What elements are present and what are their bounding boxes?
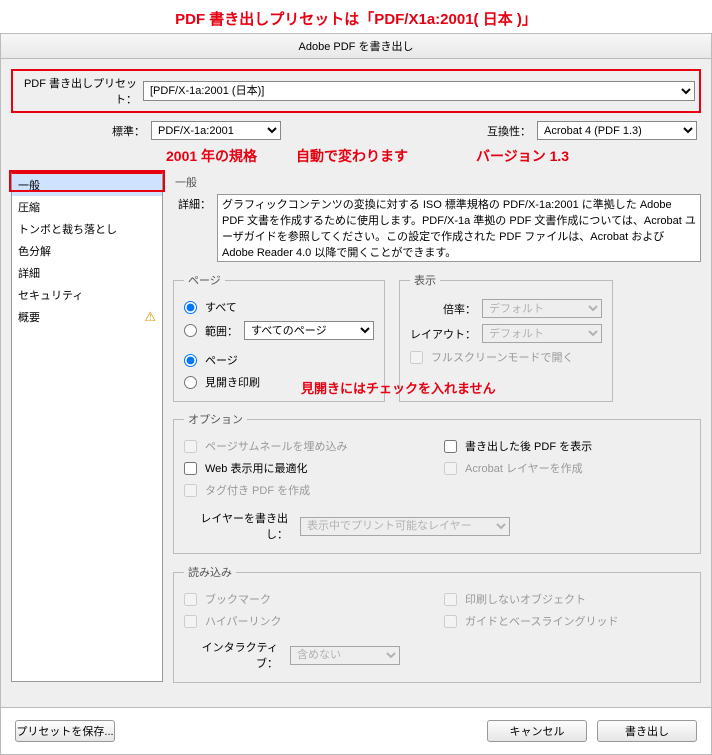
- preset-row: PDF 書き出しプリセット： [PDF/X-1a:2001 (日本)]: [11, 69, 701, 113]
- pages-range-select[interactable]: すべてのページ: [244, 321, 374, 340]
- sidebar-item-compression[interactable]: 圧縮: [12, 196, 162, 218]
- options-legend: オプション: [184, 411, 247, 427]
- noprint-label: 印刷しないオブジェクト: [465, 591, 586, 607]
- standard-select[interactable]: PDF/X-1a:2001: [151, 121, 281, 140]
- pages-all-radio[interactable]: [184, 301, 197, 314]
- description-text[interactable]: グラフィックコンテンツの変換に対する ISO 標準規格の PDF/X-1a:20…: [217, 194, 701, 262]
- pages-legend: ページ: [184, 272, 225, 288]
- preset-select[interactable]: [PDF/X-1a:2001 (日本)]: [143, 81, 695, 101]
- guides-label: ガイドとベースライングリッド: [465, 613, 618, 629]
- web-checkbox[interactable]: [184, 462, 197, 475]
- window-title: Adobe PDF を書き出し: [0, 33, 712, 59]
- dialog-body: PDF 書き出しプリセット： [PDF/X-1a:2001 (日本)] 標準： …: [0, 59, 712, 708]
- web-label: Web 表示用に最適化: [205, 460, 307, 476]
- interactive-label: インタラクティブ：: [184, 639, 284, 671]
- annotation-top: PDF 書き出しプリセットは「PDF/X1a:2001( 日本 )」: [0, 0, 712, 33]
- sidebar-item-advanced[interactable]: 詳細: [12, 262, 162, 284]
- sidebar-item-output[interactable]: 色分解: [12, 240, 162, 262]
- display-legend: 表示: [410, 272, 440, 288]
- bookmark-checkbox: [184, 593, 197, 606]
- zoom-label: 倍率：: [410, 301, 476, 317]
- include-legend: 読み込み: [184, 564, 236, 580]
- acrobat-layer-label: Acrobat レイヤーを作成: [465, 460, 583, 476]
- hyperlink-label: ハイパーリンク: [205, 613, 282, 629]
- pages-page-label: ページ: [205, 352, 238, 368]
- annotation-spread: 見開きにはチェックを入れません: [301, 378, 701, 397]
- panel-heading: 一般: [173, 172, 701, 194]
- pages-spread-label: 見開き印刷: [205, 374, 260, 390]
- sidebar: 一般 圧縮 トンボと裁ち落とし 色分解 詳細 セキュリティ 概要 ⚠: [11, 172, 163, 682]
- tagged-label: タグ付き PDF を作成: [205, 482, 310, 498]
- sidebar-item-summary[interactable]: 概要 ⚠: [12, 306, 162, 328]
- interactive-select: 含めない: [290, 646, 400, 665]
- sidebar-item-marks[interactable]: トンボと裁ち落とし: [12, 218, 162, 240]
- include-group: 読み込み ブックマーク ハイパーリンク: [173, 564, 701, 683]
- warning-icon: ⚠: [144, 309, 156, 325]
- annotation-standard: 2001 年の規格: [11, 146, 296, 166]
- annotation-row: 2001 年の規格 自動で変わります バージョン 1.3: [11, 144, 701, 172]
- cancel-button[interactable]: キャンセル: [487, 720, 587, 742]
- layer-export-select: 表示中でプリント可能なレイヤー: [300, 517, 510, 536]
- viewpdf-checkbox[interactable]: [444, 440, 457, 453]
- guides-checkbox: [444, 615, 457, 628]
- content-panel: 一般 詳細： グラフィックコンテンツの変換に対する ISO 標準規格の PDF/…: [173, 172, 701, 693]
- button-row: プリセットを保存... キャンセル 書き出し: [0, 708, 712, 755]
- thumb-label: ページサムネールを埋め込み: [205, 438, 348, 454]
- standard-row: 標準： PDF/X-1a:2001 互換性： Acrobat 4 (PDF 1.…: [11, 121, 701, 144]
- sidebar-item-label: 概要: [18, 309, 40, 325]
- annotation-auto: 自動で変わります: [296, 146, 476, 166]
- save-preset-button[interactable]: プリセットを保存...: [15, 720, 115, 742]
- description-label: 詳細：: [173, 194, 217, 262]
- pages-spread-radio[interactable]: [184, 376, 197, 389]
- annotation-version: バージョン 1.3: [476, 146, 701, 166]
- pages-range-label: 範囲：: [205, 323, 238, 339]
- viewpdf-label: 書き出した後 PDF を表示: [465, 438, 592, 454]
- export-button[interactable]: 書き出し: [597, 720, 697, 742]
- zoom-select: デフォルト: [482, 299, 602, 318]
- standard-label: 標準：: [15, 123, 151, 139]
- pages-page-radio[interactable]: [184, 354, 197, 367]
- layout-select: デフォルト: [482, 324, 602, 343]
- fullscreen-checkbox: [410, 351, 423, 364]
- sidebar-item-general[interactable]: 一般: [12, 174, 162, 196]
- hyperlink-checkbox: [184, 615, 197, 628]
- tagged-checkbox: [184, 484, 197, 497]
- fullscreen-label: フルスクリーンモードで開く: [431, 349, 573, 365]
- layer-export-label: レイヤーを書き出し：: [184, 510, 294, 542]
- compat-select[interactable]: Acrobat 4 (PDF 1.3): [537, 121, 697, 140]
- preset-label: PDF 書き出しプリセット：: [17, 75, 143, 107]
- thumb-checkbox: [184, 440, 197, 453]
- bookmark-label: ブックマーク: [205, 591, 271, 607]
- acrobat-layer-checkbox: [444, 462, 457, 475]
- options-group: オプション ページサムネールを埋め込み Web 表示用に最適化: [173, 411, 701, 554]
- pages-range-radio[interactable]: [184, 324, 197, 337]
- layout-label: レイアウト：: [410, 326, 476, 342]
- noprint-checkbox: [444, 593, 457, 606]
- compat-label: 互換性：: [487, 123, 537, 139]
- sidebar-item-security[interactable]: セキュリティ: [12, 284, 162, 306]
- pages-all-label: すべて: [205, 299, 237, 315]
